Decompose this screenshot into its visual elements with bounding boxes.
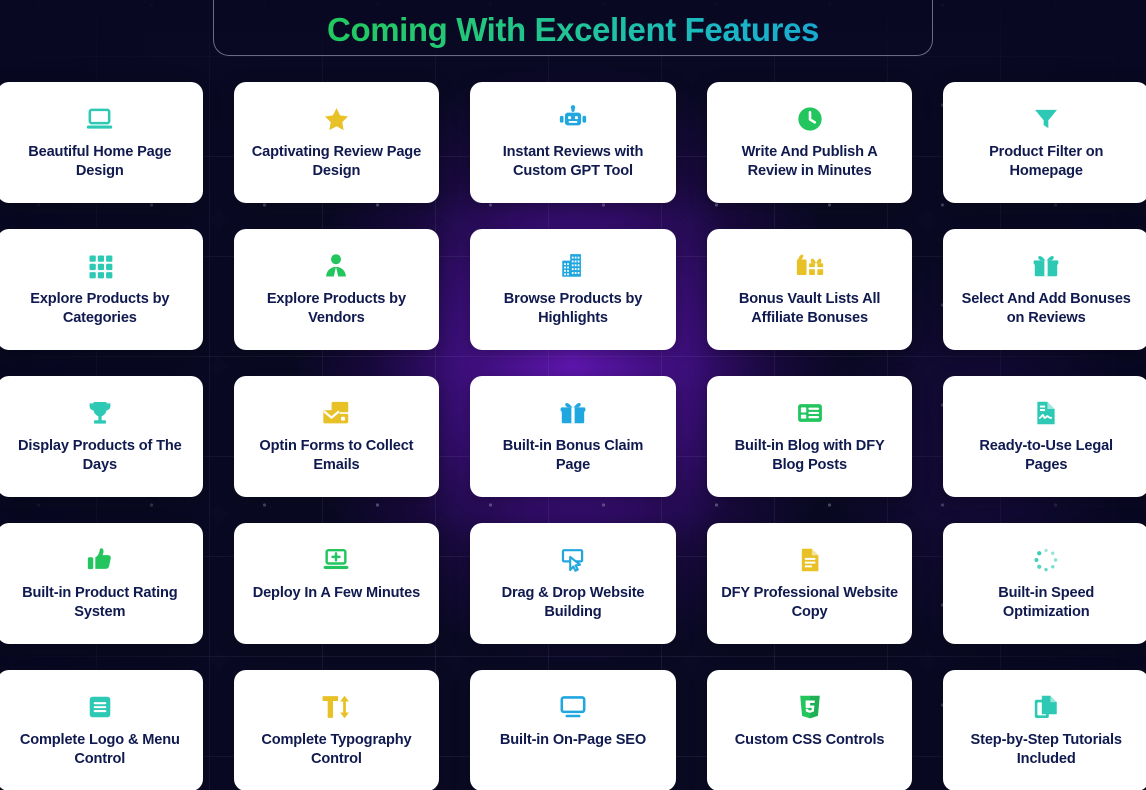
feature-card-label: Built-in Blog with DFY Blog Posts bbox=[734, 438, 885, 474]
section-header-band: Coming With Excellent Features bbox=[213, 0, 933, 56]
feature-card-label: Optin Forms to Collect Emails bbox=[259, 438, 414, 474]
text-height-icon bbox=[321, 692, 351, 722]
spinner-icon bbox=[1032, 545, 1060, 575]
feature-card-label: Write And Publish A Review in Minutes bbox=[741, 144, 878, 180]
feature-card-label: Drag & Drop Website Building bbox=[501, 585, 645, 621]
feature-card-label: DFY Professional Website Copy bbox=[721, 585, 898, 621]
vendor-person-icon bbox=[322, 251, 350, 281]
gift-icon bbox=[559, 398, 587, 428]
features-page: Coming With Excellent Features Beautiful… bbox=[0, 0, 1146, 790]
feature-card-label: Complete Typography Control bbox=[261, 732, 412, 768]
clock-icon bbox=[796, 104, 824, 134]
filter-icon bbox=[1032, 104, 1060, 134]
feature-card[interactable]: Built-in Bonus Claim Page bbox=[470, 376, 676, 497]
feature-card[interactable]: Select And Add Bonuses on Reviews bbox=[943, 229, 1146, 350]
feature-card[interactable]: Step-by-Step Tutorials Included bbox=[943, 670, 1146, 790]
thumbs-up-icon bbox=[86, 545, 114, 575]
feature-card-label: Instant Reviews with Custom GPT Tool bbox=[502, 144, 644, 180]
feature-card-label: Built-in Bonus Claim Page bbox=[502, 438, 644, 474]
buildings-icon bbox=[559, 251, 587, 281]
features-grid: Beautiful Home Page Design Captivating Re… bbox=[0, 82, 1146, 790]
feature-card[interactable]: Ready-to-Use Legal Pages bbox=[943, 376, 1146, 497]
feature-card-label: Custom CSS Controls bbox=[734, 732, 885, 748]
feature-card-label: Complete Logo & Menu Control bbox=[19, 732, 180, 768]
feature-card-label: Browse Products by Highlights bbox=[503, 291, 643, 327]
feature-card-label: Product Filter on Homepage bbox=[989, 144, 1104, 180]
feature-card-label: Select And Add Bonuses on Reviews bbox=[961, 291, 1131, 327]
menu-box-icon bbox=[86, 692, 114, 722]
feature-card-label: Ready-to-Use Legal Pages bbox=[979, 438, 1113, 474]
feature-card[interactable]: Built-in Product Rating System bbox=[0, 523, 203, 644]
feature-card[interactable]: Complete Logo & Menu Control bbox=[0, 670, 203, 790]
feature-card-label: Bonus Vault Lists All Affiliate Bonuses bbox=[738, 291, 881, 327]
feature-card[interactable]: Captivating Review Page Design bbox=[233, 82, 440, 203]
grid-icon bbox=[86, 251, 114, 281]
feature-card-label: Captivating Review Page Design bbox=[251, 144, 422, 180]
gifts-icon bbox=[795, 251, 825, 281]
feature-card[interactable]: Product Filter on Homepage bbox=[943, 82, 1146, 203]
feature-card[interactable]: Display Products of The Days bbox=[0, 376, 203, 497]
feature-card-label: Built-in Product Rating System bbox=[22, 585, 178, 621]
feature-card-label: Explore Products by Categories bbox=[30, 291, 170, 327]
drag-drop-icon bbox=[559, 545, 587, 575]
feature-card[interactable]: Beautiful Home Page Design bbox=[0, 82, 203, 203]
feature-card-label: Display Products of The Days bbox=[17, 438, 182, 474]
feature-card[interactable]: Built-in Blog with DFY Blog Posts bbox=[706, 376, 913, 497]
trophy-icon bbox=[86, 398, 114, 428]
page-title: Coming With Excellent Features bbox=[327, 11, 819, 48]
feature-card[interactable]: Instant Reviews with Custom GPT Tool bbox=[470, 82, 676, 203]
feature-card[interactable]: Built-in On-Page SEO bbox=[470, 670, 676, 790]
feature-card[interactable]: Explore Products by Vendors bbox=[233, 229, 440, 350]
feature-card[interactable]: Write And Publish A Review in Minutes bbox=[706, 82, 913, 203]
feature-card[interactable]: Custom CSS Controls bbox=[706, 670, 913, 790]
copy-pages-icon bbox=[1032, 692, 1060, 722]
feature-card[interactable]: DFY Professional Website Copy bbox=[706, 523, 913, 644]
robot-icon bbox=[558, 104, 588, 134]
feature-card[interactable]: Explore Products by Categories bbox=[0, 229, 203, 350]
feature-card[interactable]: Optin Forms to Collect Emails bbox=[233, 376, 440, 497]
feature-card-label: Beautiful Home Page Design bbox=[28, 144, 172, 180]
feature-card[interactable]: Browse Products by Highlights bbox=[470, 229, 676, 350]
document-icon bbox=[796, 545, 824, 575]
css3-shield-icon bbox=[796, 692, 824, 722]
mail-forms-icon bbox=[321, 398, 351, 428]
gift-icon bbox=[1032, 251, 1060, 281]
legal-doc-icon bbox=[1032, 398, 1060, 428]
feature-card-label: Built-in On-Page SEO bbox=[499, 732, 647, 748]
feature-card-label: Built-in Speed Optimization bbox=[998, 585, 1095, 621]
feature-card[interactable]: Bonus Vault Lists All Affiliate Bonuses bbox=[706, 229, 913, 350]
blog-list-icon bbox=[796, 398, 824, 428]
monitor-icon bbox=[559, 692, 587, 722]
feature-card-label: Explore Products by Vendors bbox=[266, 291, 406, 327]
star-icon bbox=[322, 104, 351, 134]
feature-card[interactable]: Built-in Speed Optimization bbox=[943, 523, 1146, 644]
feature-card[interactable]: Drag & Drop Website Building bbox=[470, 523, 676, 644]
laptop-icon bbox=[85, 104, 114, 134]
feature-card[interactable]: Deploy In A Few Minutes bbox=[233, 523, 440, 644]
feature-card[interactable]: Complete Typography Control bbox=[233, 670, 440, 790]
feature-card-label: Step-by-Step Tutorials Included bbox=[970, 732, 1122, 768]
laptop-plus-icon bbox=[322, 545, 350, 575]
feature-card-label: Deploy In A Few Minutes bbox=[252, 585, 421, 601]
